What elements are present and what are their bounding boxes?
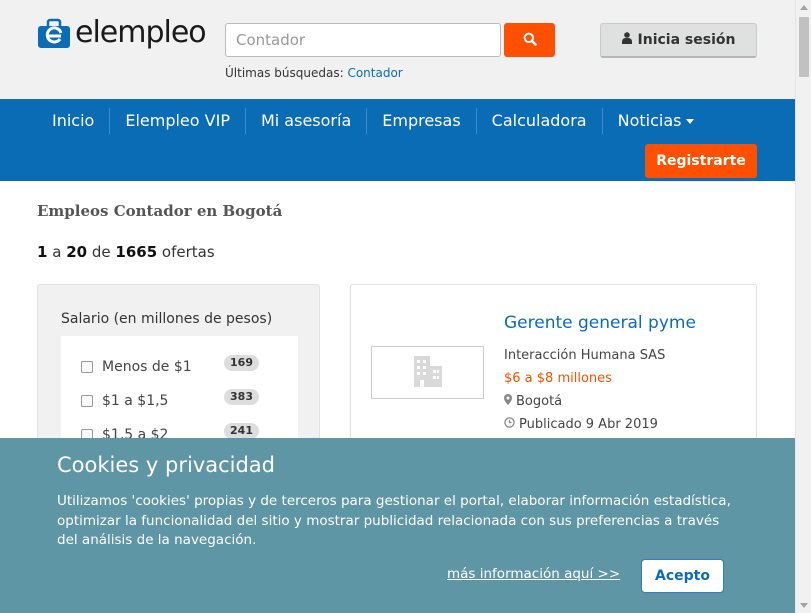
results-connector-a: a xyxy=(52,243,62,261)
recent-searches: Últimas búsquedas: Contador xyxy=(225,66,403,80)
clock-icon xyxy=(504,417,515,432)
job-location: Bogotá xyxy=(504,394,562,409)
job-published-text: Publicado 9 Abr 2019 xyxy=(519,417,658,432)
page-title: Empleos Contador en Bogotá xyxy=(37,202,283,220)
nav-items: Inicio Elempleo VIP Mi asesoría Empresas… xyxy=(37,99,709,142)
scroll-up-arrow-icon[interactable] xyxy=(800,5,808,10)
job-title-link[interactable]: Gerente general pyme xyxy=(504,313,696,333)
nav-item-empresas[interactable]: Empresas xyxy=(366,107,475,134)
salary-option-count: 241 xyxy=(224,423,259,439)
search-input[interactable] xyxy=(225,23,501,57)
nav-item-calculadora[interactable]: Calculadora xyxy=(475,107,602,134)
cookie-banner: Cookies y privacidad Utilizamos 'cookies… xyxy=(0,438,795,613)
job-location-text: Bogotá xyxy=(516,394,563,409)
salary-option-label: Menos de $1 xyxy=(102,359,192,375)
recent-searches-label: Últimas búsquedas: xyxy=(225,66,344,80)
site-logo[interactable]: elempleo xyxy=(37,15,207,50)
results-from: 1 xyxy=(37,243,48,261)
login-label: Inicia sesión xyxy=(637,32,736,48)
more-info-link[interactable]: más información aquí >> xyxy=(447,566,620,582)
logo-text: elempleo xyxy=(75,15,207,50)
cookie-text: Utilizamos 'cookies' propias y de tercer… xyxy=(57,493,731,548)
salary-option-checkbox[interactable] xyxy=(81,361,93,373)
salary-option-checkbox[interactable] xyxy=(81,395,93,407)
results-to: 20 xyxy=(66,243,88,261)
job-salary: $6 a $8 millones xyxy=(504,371,612,386)
search-icon xyxy=(523,31,537,50)
login-button[interactable]: Inicia sesión xyxy=(600,23,757,58)
register-button[interactable]: Registrarte xyxy=(645,144,757,178)
results-total: 1665 xyxy=(115,243,158,261)
elempleo-logo-icon xyxy=(37,17,71,49)
user-icon xyxy=(621,32,632,48)
map-marker-icon xyxy=(504,394,512,409)
company-logo-placeholder xyxy=(371,346,484,399)
results-count: 1 a 20 de 1665 ofertas xyxy=(37,243,215,261)
recent-search-link[interactable]: Contador xyxy=(347,66,402,80)
salary-option-count: 383 xyxy=(224,389,259,405)
caret-down-icon xyxy=(686,118,695,124)
nav-item-noticias-label: Noticias xyxy=(617,110,682,130)
scroll-down-arrow-icon[interactable] xyxy=(800,603,808,608)
salary-option-label: $1 a $1,5 xyxy=(102,393,169,409)
nav-item-inicio[interactable]: Inicio xyxy=(37,108,109,134)
vertical-scrollbar[interactable] xyxy=(795,0,811,613)
nav-item-mi-asesoria[interactable]: Mi asesoría xyxy=(244,107,366,134)
cookie-title: Cookies y privacidad xyxy=(57,453,275,477)
results-suffix: ofertas xyxy=(161,243,215,261)
search-button[interactable] xyxy=(504,23,555,57)
main-nav: Inicio Elempleo VIP Mi asesoría Empresas… xyxy=(0,99,795,181)
nav-item-elempleo-vip[interactable]: Elempleo VIP xyxy=(109,107,245,134)
job-published: Publicado 9 Abr 2019 xyxy=(504,417,658,432)
salary-option-count: 169 xyxy=(224,355,259,371)
job-company: Interacción Humana SAS xyxy=(504,348,666,363)
nav-item-noticias[interactable]: Noticias xyxy=(601,107,710,134)
salary-filter-title: Salario (en millones de pesos) xyxy=(61,311,273,327)
building-icon xyxy=(412,354,444,391)
site-header: elempleo Últimas búsquedas: Contador Ini… xyxy=(0,0,795,99)
results-connector-de: de xyxy=(91,243,111,261)
accept-cookies-button[interactable]: Acepto xyxy=(641,559,724,593)
scrollbar-thumb[interactable] xyxy=(799,17,809,77)
